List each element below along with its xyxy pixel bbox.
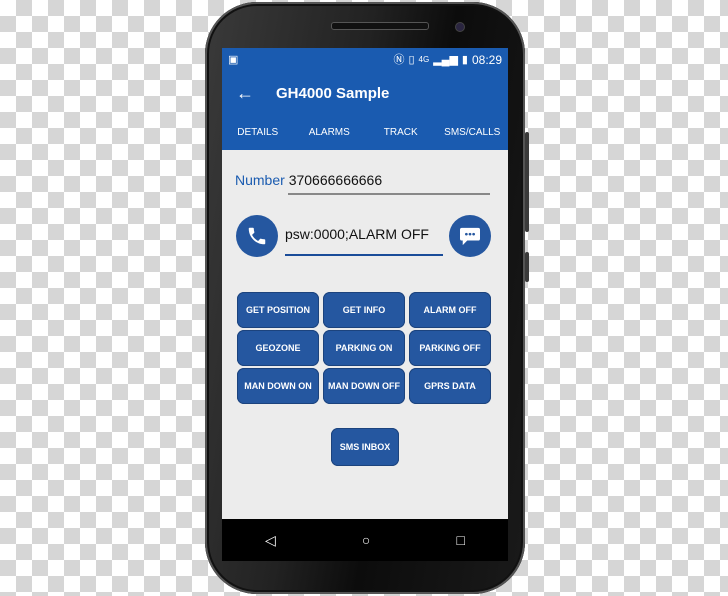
front-camera — [455, 22, 465, 32]
image-notification-icon: ▣ — [228, 53, 239, 66]
status-bar: ▣ Ⓝ ▯ 4G ▂▄▆ ▮ 08:29 — [222, 48, 508, 72]
earpiece-speaker — [331, 22, 429, 30]
message-input[interactable]: psw:0000;ALARM OFF — [285, 226, 429, 242]
command-grid: GET POSITION GET INFO ALARM OFF GEOZONE … — [237, 292, 491, 404]
tab-sms-calls[interactable]: SMS/CALLS — [437, 127, 509, 138]
get-position-button[interactable]: GET POSITION — [237, 292, 319, 328]
navigation-bar: ◁ ○ □ — [222, 519, 508, 561]
number-value[interactable]: 370666666666 — [289, 172, 382, 188]
geozone-button[interactable]: GEOZONE — [237, 330, 319, 366]
volume-button — [525, 132, 529, 232]
number-field[interactable]: Number 370666666666 — [235, 172, 382, 188]
home-nav-icon[interactable]: ○ — [362, 532, 370, 548]
message-underline — [285, 254, 443, 256]
vibrate-icon: ▯ — [408, 53, 415, 66]
phone-frame: ▣ Ⓝ ▯ 4G ▂▄▆ ▮ 08:29 ← GH4000 Sample DET… — [205, 2, 529, 594]
chat-bubble-icon — [460, 227, 480, 246]
recents-nav-icon[interactable]: □ — [456, 532, 464, 548]
4g-icon: 4G — [418, 55, 430, 64]
arrow-left-icon[interactable]: ← — [236, 83, 276, 104]
tab-track[interactable]: TRACK — [365, 127, 437, 138]
tab-details[interactable]: DETAILS — [222, 127, 294, 138]
gprs-data-button[interactable]: GPRS DATA — [409, 368, 491, 404]
tab-alarms[interactable]: ALARMS — [294, 127, 366, 138]
sms-inbox-button[interactable]: SMS INBOX — [331, 428, 399, 466]
phone-icon — [248, 227, 266, 245]
screen: ▣ Ⓝ ▯ 4G ▂▄▆ ▮ 08:29 ← GH4000 Sample DET… — [222, 48, 508, 561]
get-info-button[interactable]: GET INFO — [323, 292, 405, 328]
man-down-on-button[interactable]: MAN DOWN ON — [237, 368, 319, 404]
toolbar: ← GH4000 Sample — [222, 72, 508, 114]
nfc-icon: Ⓝ — [393, 53, 405, 66]
man-down-off-button[interactable]: MAN DOWN OFF — [323, 368, 405, 404]
call-button[interactable] — [236, 215, 278, 257]
number-underline — [288, 193, 490, 195]
number-label: Number — [235, 172, 285, 188]
signal-icon: ▂▄▆ — [433, 53, 458, 66]
power-button — [525, 252, 529, 282]
battery-icon: ▮ — [461, 53, 468, 66]
send-sms-button[interactable] — [449, 215, 491, 257]
alarm-off-button[interactable]: ALARM OFF — [409, 292, 491, 328]
parking-off-button[interactable]: PARKING OFF — [409, 330, 491, 366]
sms-calls-panel: Number 370666666666 psw:0000;ALARM OFF G… — [222, 150, 508, 519]
clock: 08:29 — [471, 53, 502, 67]
app-bar: ▣ Ⓝ ▯ 4G ▂▄▆ ▮ 08:29 ← GH4000 Sample DET… — [222, 48, 508, 150]
tab-bar: DETAILS ALARMS TRACK SMS/CALLS — [222, 114, 508, 150]
page-title: GH4000 Sample — [276, 84, 390, 102]
parking-on-button[interactable]: PARKING ON — [323, 330, 405, 366]
back-nav-icon[interactable]: ◁ — [265, 532, 276, 549]
